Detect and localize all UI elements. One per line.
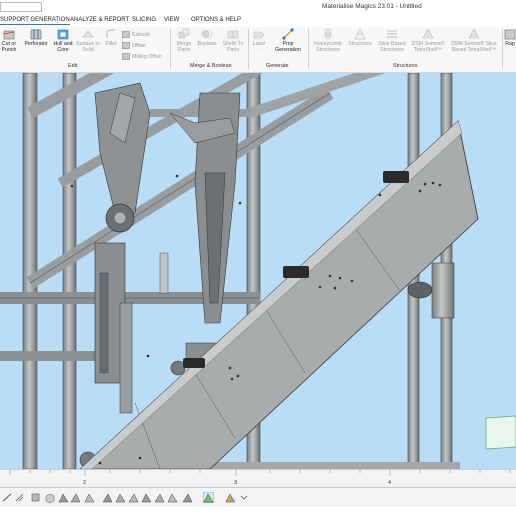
menu-bar: SUPPORT GENERATION ANALYZE & REPORT SLIC…	[0, 15, 516, 27]
honeycomb-structures-button[interactable]: Honeycomb Structures	[311, 28, 345, 53]
rapid-button[interactable]: Rap	[504, 28, 516, 47]
menu-support-generation[interactable]: SUPPORT GENERATION	[0, 17, 70, 25]
tetrashell-button[interactable]: DSM Somos® TetraShell™	[408, 28, 448, 53]
hull-core-icon	[57, 29, 69, 40]
surface-solid-button[interactable]: Surface to Solid	[76, 28, 100, 53]
label-button[interactable]: Label -	[250, 28, 268, 53]
ruler-label: 4	[388, 480, 392, 486]
menu-slicing[interactable]: SLICING	[132, 17, 156, 23]
select-part-icon[interactable]	[30, 492, 41, 503]
shells-parts-icon	[227, 30, 239, 39]
cut-punch-icon	[3, 30, 15, 40]
offset-icon	[122, 42, 130, 49]
extrude-icon	[122, 31, 130, 38]
view-toolbar	[0, 487, 516, 508]
iso-view-2-icon[interactable]	[154, 492, 165, 503]
bottom-view-icon[interactable]	[128, 492, 139, 503]
window-title: Materialise Magics 23.01 - Untitled	[322, 3, 422, 10]
color-view-icon[interactable]	[225, 492, 236, 503]
prop-generation-icon	[282, 28, 294, 40]
fillet-button[interactable]: Fillet	[102, 28, 120, 47]
milling-offset-button[interactable]: Milling Offset	[122, 53, 162, 60]
boolean-icon	[201, 30, 213, 38]
ruler-label: 3	[234, 480, 238, 486]
rapid-icon	[504, 29, 516, 40]
3d-viewport[interactable]	[0, 73, 516, 469]
iso-view-3-icon[interactable]	[167, 492, 178, 503]
ruler-ticks	[9, 470, 511, 476]
ruler: 2 3 4	[0, 469, 516, 488]
dropdown-icon[interactable]	[238, 492, 249, 503]
ribbon-separator	[308, 29, 309, 69]
slice-structures-button[interactable]: Slice Based Structures	[376, 28, 408, 53]
offset-button[interactable]: Offset	[122, 42, 146, 49]
ribbon-separator	[248, 29, 249, 69]
structures-icon	[354, 28, 366, 40]
structures-button[interactable]: Structures	[346, 28, 374, 47]
front-view-icon[interactable]	[58, 492, 69, 503]
left-view-icon[interactable]	[84, 492, 95, 503]
ruler-label: 2	[83, 480, 87, 486]
merge-parts-button[interactable]: Merge Parts	[173, 28, 195, 53]
prop-generation-button[interactable]: Prop Generation	[272, 28, 304, 53]
merge-parts-icon	[178, 28, 190, 39]
status-bar	[0, 507, 516, 516]
slice-tetrashell-button[interactable]: DSM Somos® Slice Based TetraShell™	[448, 28, 500, 53]
ribbon-separator	[170, 29, 171, 69]
hull-core-button[interactable]: Hull and Core	[52, 28, 74, 53]
measure-tool-icon[interactable]	[14, 492, 25, 503]
label-icon	[253, 31, 265, 39]
surface-solid-icon	[82, 30, 94, 38]
back-view-icon[interactable]	[70, 492, 81, 503]
top-view-icon[interactable]	[115, 492, 126, 503]
fillet-icon	[106, 29, 115, 38]
menu-analyze-report[interactable]: ANALYZE & REPORT	[70, 17, 129, 23]
ribbon: Cut or Punch Perforator Hull and Core Su…	[0, 27, 516, 73]
perforator-icon	[30, 29, 42, 40]
ruler-tool-icon[interactable]	[2, 492, 13, 503]
perforator-button[interactable]: Perforator	[22, 28, 50, 47]
ribbon-separator	[502, 29, 503, 69]
milling-offset-icon	[122, 53, 130, 60]
tetrashell-icon	[422, 28, 434, 39]
right-view-icon[interactable]	[102, 492, 113, 503]
honeycomb-icon	[324, 28, 332, 39]
zoom-fit-icon[interactable]	[182, 492, 193, 503]
part-model	[0, 73, 516, 469]
slice-structures-icon	[387, 30, 397, 38]
group-structures: Structures	[393, 63, 418, 69]
boolean-button[interactable]: Boolean	[196, 28, 218, 47]
group-generate: Generate	[266, 63, 289, 69]
quick-search-input[interactable]	[0, 2, 42, 12]
slice-tetrashell-icon	[468, 28, 480, 39]
cube-view-icon[interactable]	[44, 492, 55, 503]
cut-punch-button[interactable]: Cut or Punch	[0, 28, 18, 53]
shells-parts-button[interactable]: Shells To Parts	[220, 28, 246, 53]
extrude-button[interactable]: Extrude	[122, 31, 150, 38]
iso-view-icon[interactable]	[141, 492, 152, 503]
shaded-view-icon[interactable]	[203, 492, 214, 503]
title-bar: Materialise Magics 23.01 - Untitled	[0, 0, 516, 14]
group-edit: Edit	[68, 63, 78, 69]
menu-options-help[interactable]: OPTIONS & HELP	[191, 17, 241, 23]
group-merge-boolean: Merge & Boolean	[190, 63, 232, 69]
menu-view[interactable]: VIEW	[164, 17, 179, 23]
